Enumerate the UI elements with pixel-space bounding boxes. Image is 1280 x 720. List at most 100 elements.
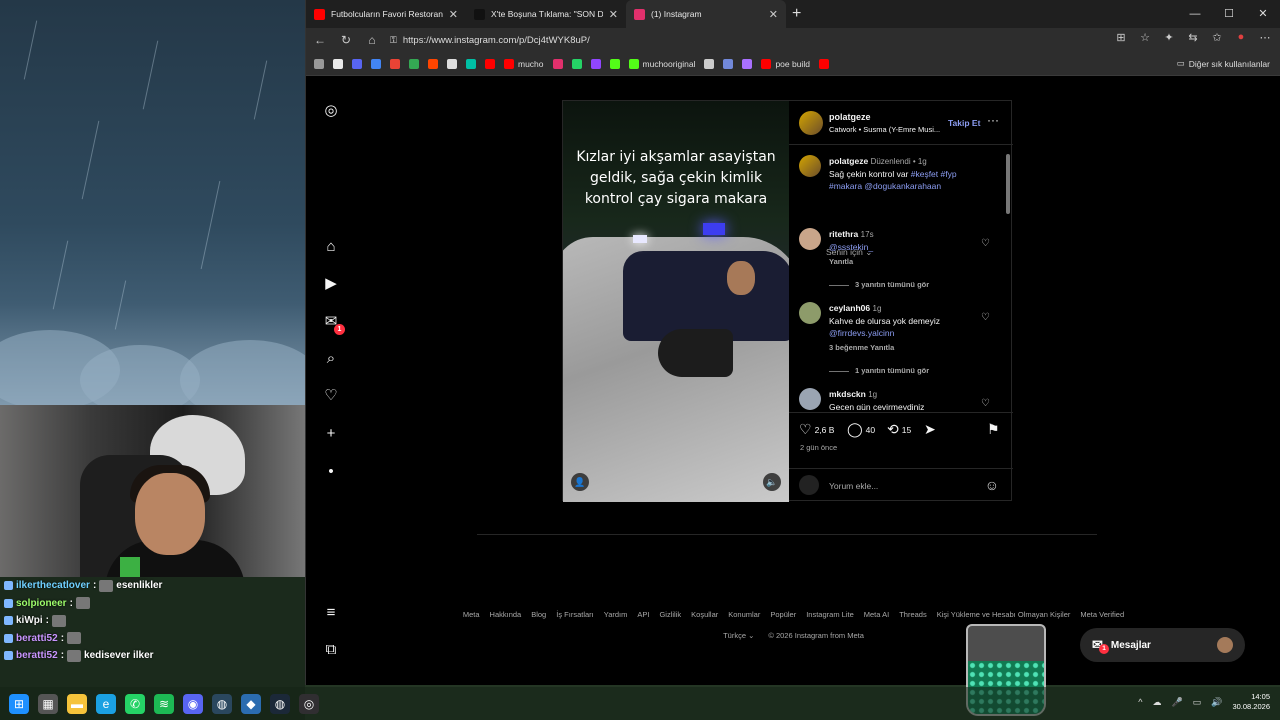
also-from-meta-icon[interactable]: ⧉ bbox=[322, 641, 340, 659]
emoji-icon[interactable]: ☺ bbox=[985, 477, 999, 493]
audio-toggle-icon[interactable]: 🔈 bbox=[763, 473, 781, 491]
bookmark-item[interactable]: poe build bbox=[761, 58, 810, 69]
app-icon[interactable]: ◆ bbox=[241, 693, 261, 714]
language-select[interactable]: Türkçe ⌄ bbox=[723, 631, 754, 640]
bookmark-item[interactable] bbox=[314, 58, 324, 69]
bookmark-item[interactable] bbox=[704, 58, 715, 69]
footer-link[interactable]: Blog bbox=[531, 610, 546, 619]
home-button-icon[interactable]: ⌂ bbox=[364, 33, 380, 47]
messages-icon[interactable]: ✉ 1 bbox=[322, 313, 345, 335]
footer-link[interactable]: Kişi Yükleme ve Hesabı Olmayan Kişiler bbox=[937, 610, 1071, 619]
footer-link[interactable]: Gizlilik bbox=[659, 610, 681, 619]
messages-button[interactable]: ✉ 1 Mesajlar bbox=[1080, 628, 1245, 662]
create-icon[interactable]: + bbox=[322, 425, 340, 443]
bookmark-item[interactable] bbox=[723, 58, 734, 69]
bookmark-item[interactable] bbox=[552, 58, 563, 69]
maximize-button[interactable]: ☐ bbox=[1212, 0, 1246, 28]
author-avatar[interactable] bbox=[799, 111, 823, 135]
view-replies-button[interactable]: 1 yanıtın tümünü gör bbox=[829, 366, 929, 375]
comment-like-icon[interactable]: ♡ bbox=[981, 398, 990, 410]
tray-expand-icon[interactable]: ^ bbox=[1138, 697, 1142, 707]
bookmark-item[interactable] bbox=[466, 58, 476, 69]
bookmark-item[interactable] bbox=[428, 58, 438, 69]
onedrive-icon[interactable]: ☁ bbox=[1153, 697, 1162, 708]
comment-button[interactable]: ◯ 40 bbox=[847, 421, 875, 438]
tab-close-icon[interactable]: ✕ bbox=[769, 8, 778, 21]
repost-button[interactable]: ⟲ 15 bbox=[887, 421, 911, 438]
refresh-icon[interactable]: ↻ bbox=[338, 33, 354, 47]
bookmark-item[interactable] bbox=[409, 58, 419, 69]
bookmark-item[interactable]: muchooriginal bbox=[628, 58, 695, 69]
task-view-icon[interactable]: ▦ bbox=[38, 693, 58, 714]
tab-close-icon[interactable]: ✕ bbox=[609, 8, 618, 21]
author-username[interactable]: polatgeze bbox=[829, 112, 871, 122]
profile-avatar-icon[interactable]: ● bbox=[1234, 31, 1248, 44]
mic-icon[interactable]: 🎤 bbox=[1172, 697, 1183, 708]
edge-icon[interactable]: e bbox=[96, 693, 116, 714]
reel-video[interactable]: Kızlar iyi akşamlar asayiştan geldik, sa… bbox=[563, 101, 789, 502]
tagged-users-icon[interactable]: 👤 bbox=[571, 473, 589, 491]
bookmark-item[interactable] bbox=[371, 58, 381, 69]
reels-icon[interactable]: ▶ bbox=[322, 275, 340, 293]
windows-start-icon[interactable]: ⊞ bbox=[9, 693, 29, 714]
comment-mention[interactable]: @firrdevs.yalcinn bbox=[829, 328, 894, 338]
footer-link[interactable]: Yardım bbox=[604, 610, 628, 619]
browser-tab[interactable]: (1) Instagram ✕ bbox=[626, 0, 786, 28]
desc-username[interactable]: polatgeze bbox=[829, 156, 868, 166]
commenter-username[interactable]: ritethra bbox=[829, 229, 858, 239]
bookmark-item[interactable] bbox=[447, 58, 457, 69]
address-bar[interactable]: ⚿ https://www.instagram.com/p/Dcj4tWYK8u… bbox=[390, 31, 970, 49]
discord-icon[interactable]: ◉ bbox=[183, 693, 203, 714]
back-icon[interactable]: ← bbox=[312, 33, 328, 47]
author-avatar-small[interactable] bbox=[799, 155, 821, 177]
close-window-button[interactable]: ✕ bbox=[1246, 0, 1280, 28]
bookmark-item[interactable] bbox=[352, 58, 362, 69]
bookmark-item[interactable]: mucho bbox=[504, 58, 544, 69]
footer-link[interactable]: Koşullar bbox=[691, 610, 718, 619]
save-button[interactable]: ⚑ bbox=[987, 421, 1000, 438]
audio-track[interactable]: Catwork • Susma (Y-Emre Musi... bbox=[829, 125, 949, 134]
bookmark-item[interactable] bbox=[818, 58, 829, 69]
commenter-username[interactable]: mkdsckn bbox=[829, 389, 866, 399]
bookmark-item[interactable] bbox=[485, 58, 495, 69]
comment-reply-button[interactable]: Yanıtla bbox=[829, 256, 853, 268]
footer-link[interactable]: Threads bbox=[899, 610, 927, 619]
commenter-avatar[interactable] bbox=[799, 228, 821, 250]
bookmark-item[interactable] bbox=[390, 58, 400, 69]
follow-button[interactable]: Takip Et bbox=[948, 118, 980, 128]
app-available-icon[interactable]: ⊞ bbox=[1114, 31, 1128, 44]
whatsapp-icon[interactable]: ✆ bbox=[125, 693, 145, 714]
extensions-icon[interactable]: ✦ bbox=[1162, 31, 1176, 44]
new-tab-button[interactable]: + bbox=[792, 5, 801, 23]
other-bookmarks[interactable]: ▭ Diğer sık kullanılanlar bbox=[1177, 58, 1270, 69]
browser-tab[interactable]: Futbolcuların Favori Restoranlarını ✕ bbox=[306, 0, 466, 28]
comment-like-icon[interactable]: ♡ bbox=[981, 312, 990, 324]
minimize-button[interactable]: — bbox=[1178, 0, 1212, 28]
footer-link[interactable]: API bbox=[637, 610, 649, 619]
volume-icon[interactable]: 🔊 bbox=[1211, 697, 1222, 708]
steam-icon[interactable]: ◍ bbox=[212, 693, 232, 714]
share-button[interactable]: ➤ bbox=[924, 421, 936, 438]
browser-tab[interactable]: X'te Boşuna Tıklama: "SON DAKİKA ✕ bbox=[466, 0, 626, 28]
bookmark-item[interactable] bbox=[590, 58, 601, 69]
commenter-username[interactable]: ceylanh06 bbox=[829, 303, 870, 313]
footer-link[interactable]: Meta Verified bbox=[1080, 610, 1124, 619]
comment-input[interactable]: Yorum ekle... bbox=[829, 481, 878, 491]
footer-link[interactable]: Hakkında bbox=[490, 610, 522, 619]
bookmark-item[interactable] bbox=[742, 58, 753, 69]
footer-link[interactable]: Meta bbox=[463, 610, 480, 619]
steam-alt-icon[interactable]: ◍ bbox=[270, 693, 290, 714]
obs-icon[interactable]: ◎ bbox=[299, 693, 319, 714]
footer-link[interactable]: Instagram Lite bbox=[806, 610, 854, 619]
comment-like-icon[interactable]: ♡ bbox=[981, 238, 990, 250]
bookmark-item[interactable] bbox=[609, 58, 620, 69]
home-icon[interactable]: ⌂ bbox=[322, 238, 340, 256]
search-icon[interactable]: ⌕ bbox=[322, 350, 340, 368]
favorites-icon[interactable]: ✩ bbox=[1210, 31, 1224, 44]
footer-link[interactable]: İş Fırsatları bbox=[556, 610, 594, 619]
commenter-avatar[interactable] bbox=[799, 388, 821, 410]
instagram-logo-icon[interactable]: ◎ bbox=[322, 102, 340, 120]
more-options-icon[interactable]: ··· bbox=[987, 113, 999, 127]
footer-link[interactable]: Konumlar bbox=[728, 610, 760, 619]
comments-scrollbar[interactable] bbox=[1006, 148, 1011, 412]
